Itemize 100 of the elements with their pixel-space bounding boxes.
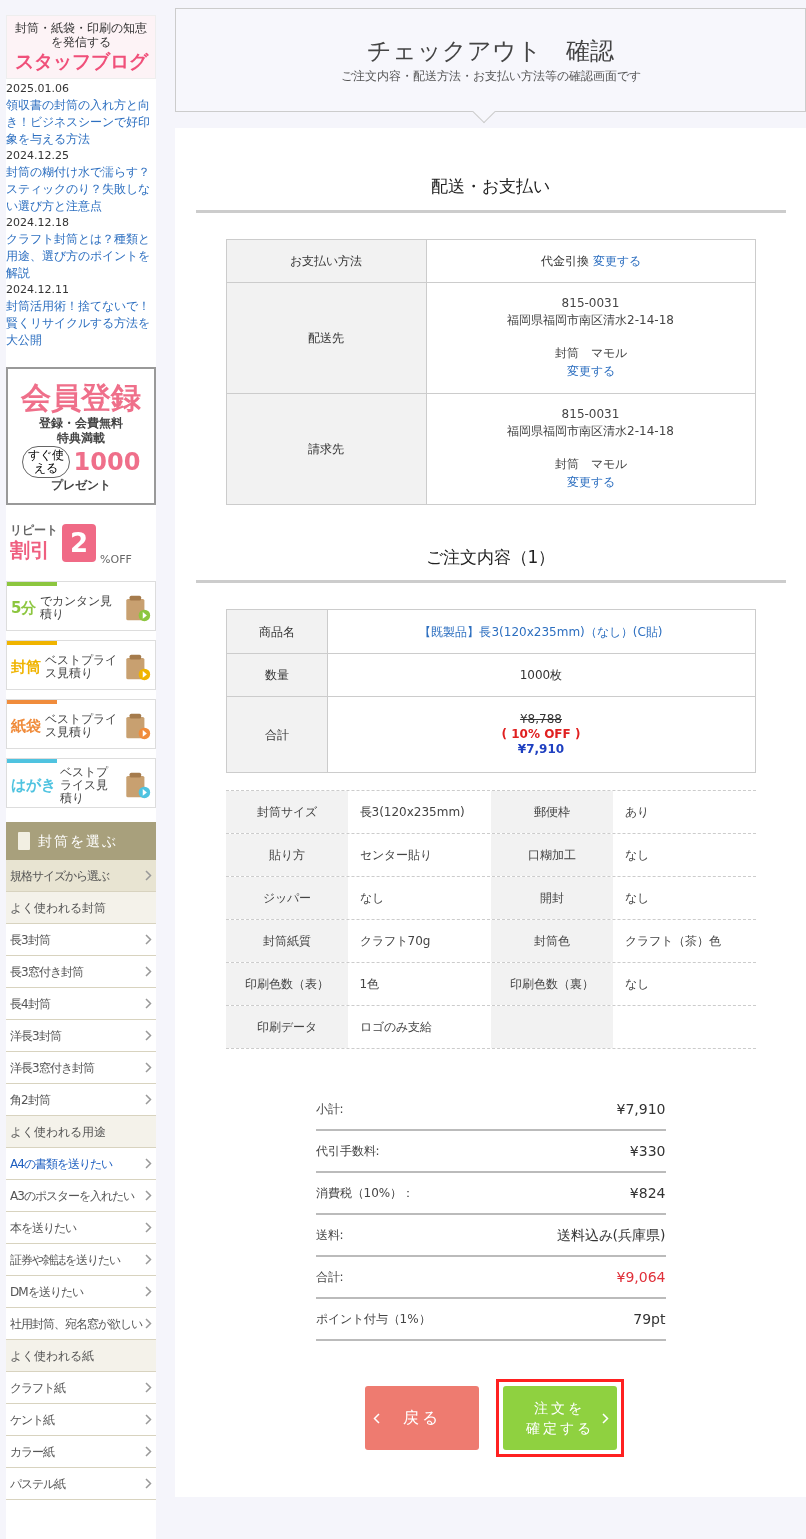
banner-text: でカンタン見積り (40, 595, 114, 621)
summary-label: 代引手数料: (315, 1143, 380, 1160)
menu-item[interactable]: A3のポスターを入れたい (6, 1180, 156, 1212)
chevron-icon (145, 1222, 152, 1233)
menu-item[interactable]: 長3窓付き封筒 (6, 956, 156, 988)
menu-item[interactable]: 洋長3封筒 (6, 1020, 156, 1052)
table-header-cell: 印刷データ (225, 1006, 348, 1048)
banner-title: 割引 (10, 537, 51, 563)
menu-item[interactable]: カラー紙 (6, 1436, 156, 1468)
summary-value: ¥330 (629, 1141, 666, 1161)
post-date: 2024.12.25 (6, 148, 70, 164)
table-header-cell: 封筒色 (490, 920, 613, 962)
table-header-cell: 開封 (490, 877, 613, 919)
table-cell-text: 長3(120x235mm) (358, 804, 466, 821)
menu-item[interactable]: パステル紙 (6, 1468, 156, 1500)
banner-text: ベストプライス見積り (45, 713, 118, 739)
menu-item[interactable]: 洋長3窓付き封筒 (6, 1052, 156, 1084)
chevron-icon (145, 1446, 152, 1457)
table-header-cell: 配送先 (226, 282, 427, 393)
menu-item[interactable]: 長4封筒 (6, 988, 156, 1020)
chevron-icon (145, 870, 152, 881)
summary-label: ポイント付与（1%） (315, 1311, 431, 1328)
discount-text: ( 10% OFF ) (501, 727, 581, 742)
menu-item[interactable]: ケント紙 (6, 1404, 156, 1436)
section-heading: 配送・お支払い (431, 176, 550, 196)
discounted-price: ¥7,910 (517, 742, 565, 757)
menu-title: 封筒を選ぶ (38, 831, 118, 851)
menu-section-header: よく使われる用途 (6, 1116, 156, 1148)
banner-title: 紙袋 (11, 716, 41, 736)
blog-banner[interactable]: 封筒・紙袋・印刷の知恵を発信する スタッフブログ (6, 15, 156, 79)
address-text: 福岡県福岡市南区清水2-14-18 (507, 312, 674, 329)
banner-text: 登録・会費無料 (39, 415, 123, 431)
postal-code: 815-0031 (561, 295, 620, 312)
table-cell-text: センター貼り (358, 847, 433, 864)
summary-value: ¥824 (629, 1183, 666, 1203)
chevron-icon (145, 1414, 152, 1425)
menu-item[interactable]: 長3封筒 (6, 924, 156, 956)
table-cell-text: クラフト（茶）色 (623, 933, 722, 950)
menu-item[interactable]: A4の書類を送りたい (6, 1148, 156, 1180)
quantity-text: 1000枚 (519, 667, 563, 684)
banner-amount: 1000 (73, 447, 141, 476)
discount-badge: 2 (62, 524, 97, 562)
chevron-icon (601, 1412, 609, 1424)
banner-caption: 封筒・紙袋・印刷の知恵を発信する (14, 21, 148, 49)
summary-label: 消費税（10%）： (315, 1185, 415, 1202)
menu-item[interactable]: クラフト紙 (6, 1372, 156, 1404)
banner-title: 5分 (11, 598, 37, 618)
post-link[interactable]: 領収書の封筒の入れ方と向き！ビジネスシーンで好印象を与える方法 (6, 97, 156, 148)
chevron-icon (145, 1318, 152, 1329)
post-link[interactable]: クラフト封筒とは？種類と用途、選び方のポイントを解説 (6, 231, 156, 282)
post-link[interactable]: 封筒の糊付け水で濡らす？スティックのり？失敗しない選び方と注意点 (6, 164, 156, 215)
chevron-icon (145, 1478, 152, 1489)
original-price: ¥8,788 (520, 712, 562, 727)
table-cell-text: なし (623, 890, 650, 907)
table-header-cell: 印刷色数（表） (225, 963, 348, 1005)
menu-item[interactable]: 規格サイズから選ぶ (6, 860, 156, 892)
product-link[interactable]: 【既製品】長3(120x235mm)（なし）(C貼) (419, 622, 663, 641)
summary-value: 送料込み(兵庫県) (556, 1225, 666, 1245)
banner-text: ベストプライス見積り (60, 765, 110, 805)
table-header-cell: 口糊加工 (490, 834, 613, 876)
table-header-cell: 封筒紙質 (225, 920, 348, 962)
banner-title: はがき (11, 775, 56, 795)
summary-label: 送料: (315, 1227, 344, 1244)
banner-text: プレゼント (51, 477, 111, 493)
change-link[interactable]: 変更する (566, 474, 615, 491)
table-header-cell: 印刷色数（裏） (490, 963, 613, 1005)
page-subtitle: ご注文内容・配送方法・お支払い方法等の確認画面です (340, 68, 641, 85)
table-cell-text: なし (623, 976, 650, 993)
menu-item[interactable]: 角2封筒 (6, 1084, 156, 1116)
table-cell-text: あり (623, 804, 650, 821)
section-heading: ご注文内容（1） (425, 546, 556, 567)
menu-item[interactable]: 社用封筒、宛名窓が欲しい (6, 1308, 156, 1340)
summary-value: 79pt (633, 1309, 666, 1329)
summary-value: ¥7,910 (616, 1099, 666, 1119)
menu-item[interactable]: 証券や雑誌を送りたい (6, 1244, 156, 1276)
change-link[interactable]: 変更する (592, 251, 641, 270)
change-link[interactable]: 変更する (566, 363, 615, 380)
chevron-icon (145, 998, 152, 1009)
table-cell-text: なし (358, 890, 385, 907)
banner-text: ベストプライス見積り (45, 654, 118, 680)
chevron-icon (145, 934, 152, 945)
table-cell-text: 1色 (358, 976, 381, 993)
table-cell-text: ロゴのみ支給 (358, 1019, 433, 1036)
post-link[interactable]: 封筒活用術！捨てないで！賢くリサイクルする方法を大公開 (6, 298, 156, 349)
recipient-name: 封筒 マモル (554, 456, 627, 473)
page-title: チェックアウト 確認 (367, 36, 614, 67)
post-date: 2025.01.06 (6, 81, 70, 97)
summary-value: ¥9,064 (616, 1267, 666, 1287)
chevron-icon (145, 1382, 152, 1393)
banner-title: 封筒 (11, 657, 41, 677)
banner-text: %OFF (100, 553, 132, 566)
table-header-cell: ジッパー (225, 877, 348, 919)
menu-item[interactable]: 本を送りたい (6, 1212, 156, 1244)
chevron-icon (145, 966, 152, 977)
envelope-icon (18, 832, 30, 850)
banner-text: リピート (10, 523, 58, 537)
table-header-cell: 商品名 (226, 610, 328, 653)
menu-item[interactable]: DMを送りたい (6, 1276, 156, 1308)
table-header-cell: 請求先 (226, 393, 427, 504)
table-cell-text: クラフト70g (358, 933, 432, 950)
